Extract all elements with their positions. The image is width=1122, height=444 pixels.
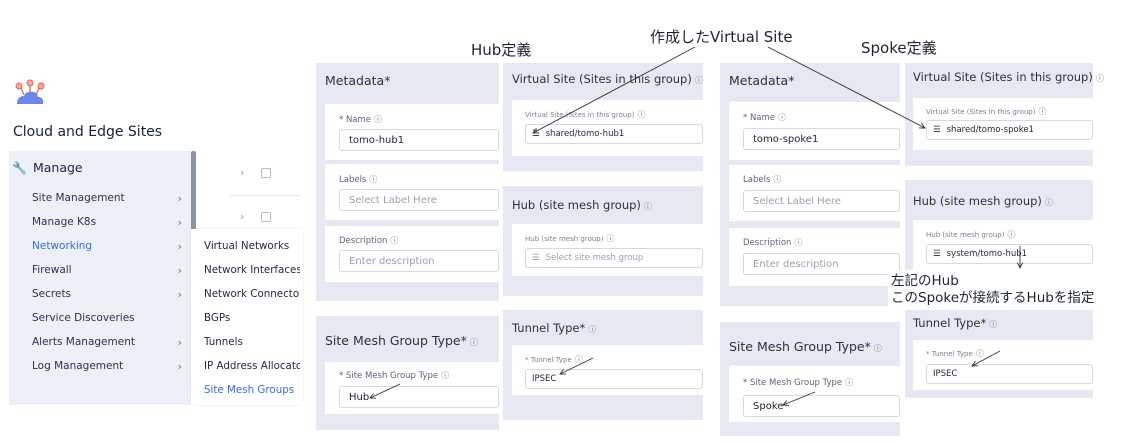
arrow-to-hub-smg-type [370, 383, 401, 398]
arrow-to-spoke-virtual-site [767, 46, 925, 128]
arrow-to-spoke-tunnel-type [972, 350, 1001, 366]
arrow-to-hub-tunnel-type [560, 357, 594, 374]
arrow-to-spoke-smg-type [783, 391, 816, 405]
arrow-to-hub-virtual-site [533, 46, 696, 133]
annotation-arrows [0, 46, 1122, 444]
